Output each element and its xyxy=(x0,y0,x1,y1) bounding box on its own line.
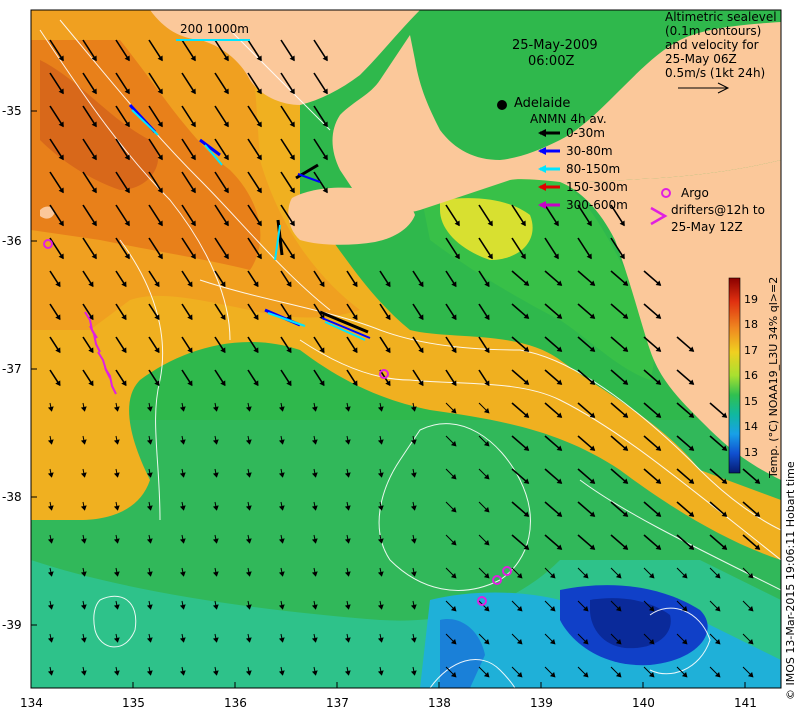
map-field xyxy=(31,10,781,688)
sst-map xyxy=(30,9,782,689)
argo-legend-line: 25-May 12Z xyxy=(671,220,743,234)
x-tick-label: 135 xyxy=(122,696,145,710)
argo-legend-line: drifters@12h to xyxy=(671,203,765,217)
colorbar-tick: 19 xyxy=(744,293,758,306)
colorbar-tick: 16 xyxy=(744,369,758,382)
x-tick-label: 137 xyxy=(326,696,349,710)
y-tick-label: -36 xyxy=(2,234,22,248)
city-label-adelaide: Adelaide xyxy=(514,96,571,111)
x-tick-label: 140 xyxy=(632,696,655,710)
colorbar-tick: 17 xyxy=(744,344,758,357)
y-tick-label: -39 xyxy=(2,618,22,632)
altimetry-note-line: (0.1m contours) xyxy=(665,24,762,38)
depth-legend-label: 0-30m xyxy=(566,126,605,140)
altimetry-note-line: and velocity for xyxy=(665,38,759,52)
anmn-title: ANMN 4h av. xyxy=(530,112,607,126)
depth-legend-label: 30-80m xyxy=(566,144,613,158)
y-tick-label: -37 xyxy=(2,362,22,376)
altimetry-note-line: 0.5m/s (1kt 24h) xyxy=(665,66,766,80)
colorbar xyxy=(728,277,741,474)
colorbar-tick: 14 xyxy=(744,420,758,433)
colorbar-tick: 15 xyxy=(744,395,758,408)
altimetry-note-line: Altimetric sealevel xyxy=(665,10,777,24)
altimetry-note: Altimetric sealevel (0.1m contours) and … xyxy=(665,10,777,80)
adelaide-marker xyxy=(497,100,507,110)
x-tick-label: 138 xyxy=(428,696,451,710)
x-tick-label: 139 xyxy=(530,696,553,710)
credit-text: © IMOS 13-Mar-2015 19:06:11 Hobart time xyxy=(784,461,797,700)
y-tick-label: -38 xyxy=(2,490,22,504)
depth-legend-label: 150-300m xyxy=(566,180,628,194)
altimetry-note-line: 25-May 06Z xyxy=(665,52,737,66)
colorbar-tick: 18 xyxy=(744,318,758,331)
map-date: 25-May-2009 xyxy=(512,38,598,53)
colorbar-tick: 13 xyxy=(744,446,758,459)
y-tick-label: -35 xyxy=(2,104,22,118)
x-tick-label: 136 xyxy=(224,696,247,710)
colorbar-title: Temp. (°C) NOAA19_L3U 34% ql>=2 xyxy=(767,276,780,478)
depth-legend-label: 80-150m xyxy=(566,162,621,176)
scale-label: 200 1000m xyxy=(180,22,249,36)
argo-legend-title: Argo xyxy=(681,186,709,200)
map-time: 06:00Z xyxy=(528,54,575,69)
map-figure: 200 1000m 25-May-2009 06:00Z Altimetric … xyxy=(0,0,800,720)
depth-legend-label: 300-600m xyxy=(566,198,628,212)
x-tick-label: 134 xyxy=(20,696,43,710)
x-tick-label: 141 xyxy=(734,696,757,710)
